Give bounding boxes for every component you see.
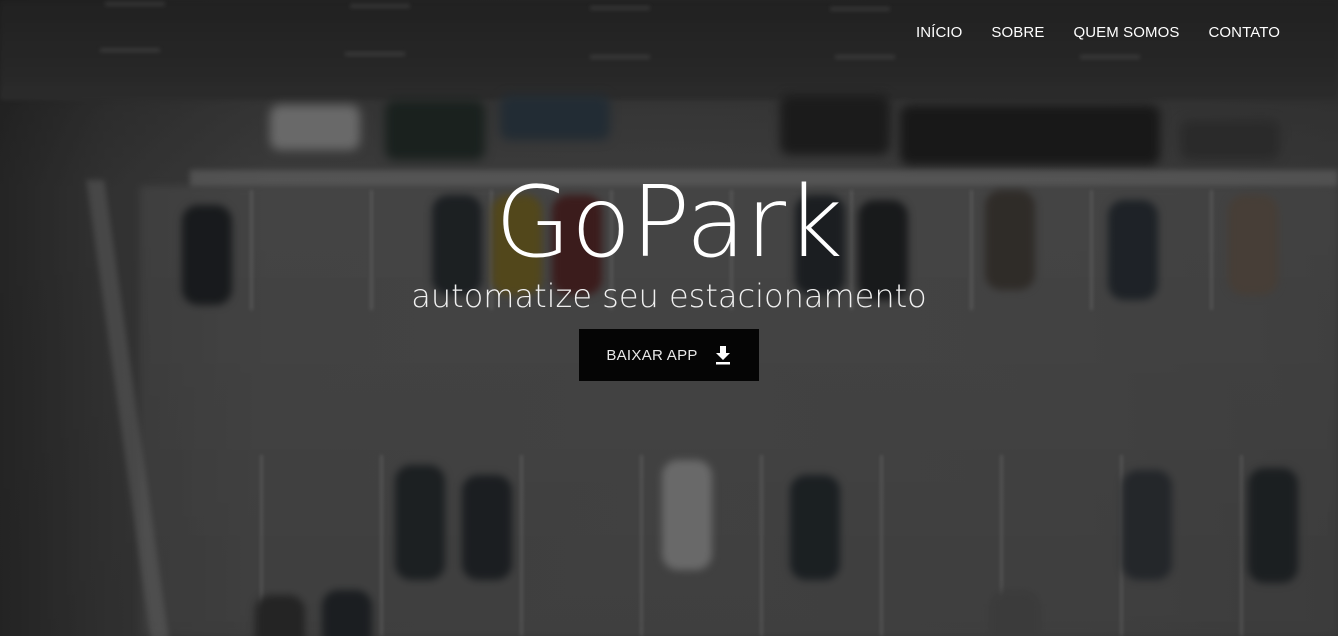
hero-section: INÍCIO SOBRE QUEM SOMOS CONTATO GoPark a…	[0, 0, 1338, 636]
download-app-label: BAIXAR APP	[606, 346, 698, 364]
nav-link-quem-somos[interactable]: QUEM SOMOS	[1073, 24, 1179, 41]
hero-tagline: automatize seu estacionamento	[411, 277, 927, 315]
top-navigation: INÍCIO SOBRE QUEM SOMOS CONTATO	[916, 24, 1280, 41]
download-icon	[715, 346, 730, 365]
download-app-button[interactable]: BAIXAR APP	[579, 329, 759, 381]
hero-content: GoPark automatize seu estacionamento BAI…	[0, 168, 1338, 381]
nav-link-contato[interactable]: CONTATO	[1208, 24, 1280, 41]
nav-link-inicio[interactable]: INÍCIO	[916, 24, 962, 41]
brand-title: GoPark	[495, 166, 843, 280]
nav-link-sobre[interactable]: SOBRE	[991, 24, 1044, 41]
